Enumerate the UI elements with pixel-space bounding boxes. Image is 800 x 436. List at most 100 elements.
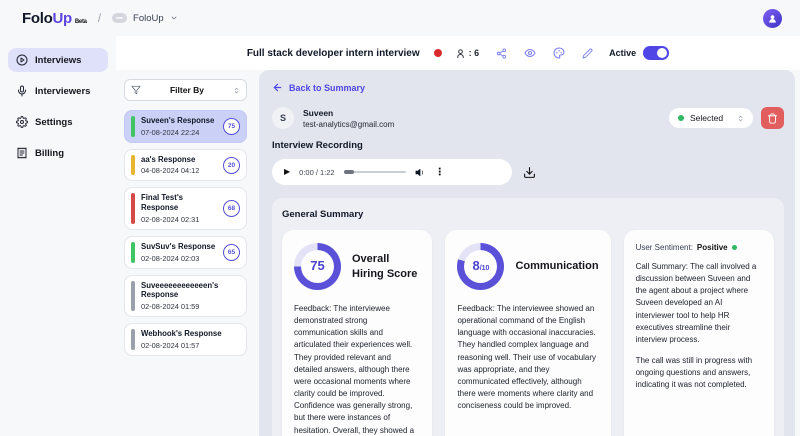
person-icon [767, 13, 778, 24]
audio-player[interactable]: ▶ 0:00 / 1:22 ⋮ [272, 159, 512, 185]
active-label: Active [609, 48, 636, 58]
response-name: Suveen's Response [141, 116, 217, 126]
receipt-icon [16, 147, 28, 159]
brand-name-primary: Folo [22, 10, 52, 27]
response-date: 02-08-2024 02:03 [141, 254, 217, 263]
user-sentiment: User Sentiment: Positive [636, 243, 762, 252]
response-list-item[interactable]: Suveeeeeeeeeeeen's Response 02-08-2024 0… [124, 275, 247, 317]
communication-score-card: 8/10 Communication Feedback: The intervi… [445, 230, 610, 436]
breadcrumb-separator: / [98, 11, 101, 25]
gear-icon [16, 116, 28, 128]
user-avatar[interactable] [763, 9, 782, 28]
theme-button[interactable] [553, 47, 565, 59]
play-button[interactable]: ▶ [284, 168, 290, 176]
score-card-feedback: Feedback: The interviewee demonstrated s… [294, 303, 420, 436]
candidate-name: Suveen [303, 108, 394, 118]
org-switcher[interactable]: FoloUp [112, 13, 178, 24]
status-color-bar [131, 116, 135, 137]
respondent-count: : 6 [455, 48, 480, 59]
play-circle-icon [16, 54, 28, 66]
sidebar-item-interviewers[interactable]: Interviewers [8, 79, 108, 103]
sidebar-item-billing[interactable]: Billing [8, 141, 108, 165]
candidate-status-select[interactable]: Selected [669, 108, 753, 128]
org-avatar [112, 13, 127, 23]
candidate-row: S Suveen test-analytics@gmail.com Select… [272, 107, 784, 129]
response-list: Suveen's Response 07-08-2024 22:24 75 aa… [124, 110, 247, 356]
score-card-label: Communication [515, 259, 598, 273]
mic-icon [16, 85, 28, 97]
recording-title: Interview Recording [272, 140, 784, 151]
brand-logo: FoloUp Beta [22, 10, 87, 27]
call-summary-paragraph: The call was still in progress with ongo… [636, 355, 762, 391]
response-date: 02-08-2024 01:59 [141, 302, 240, 311]
trash-icon [767, 113, 778, 124]
arrow-left-icon [272, 82, 283, 93]
sentiment-value: Positive [697, 243, 728, 252]
sidebar: Interviews Interviewers Settings Billing [0, 36, 116, 436]
volume-icon[interactable] [415, 167, 426, 178]
eye-icon [524, 47, 536, 59]
score-badge: 75 [223, 118, 240, 135]
status-label: Selected [690, 113, 723, 123]
filter-by-label: Filter By [141, 85, 233, 95]
delete-response-button[interactable] [761, 107, 784, 129]
general-summary-panel: General Summary 75 Overall Hiring Score … [272, 198, 784, 436]
score-badge: 20 [223, 157, 240, 174]
chevrons-up-down-icon [737, 114, 744, 123]
sidebar-item-label: Interviews [35, 55, 81, 66]
response-name: aa's Response [141, 155, 217, 165]
back-to-summary-link[interactable]: Back to Summary [272, 82, 365, 93]
response-detail-panel: Back to Summary S Suveen test-analytics@… [259, 70, 795, 436]
palette-icon [553, 47, 565, 59]
score-badge: 65 [223, 244, 240, 261]
response-list-item[interactable]: Final Test's Response 02-08-2024 02:31 6… [124, 187, 247, 229]
share-button[interactable] [496, 48, 507, 59]
download-recording-button[interactable] [523, 166, 536, 179]
response-list-item[interactable]: Webhook's Response 02-08-2024 01:57 [124, 323, 247, 356]
call-summary-card: User Sentiment: Positive Call Summary: T… [624, 230, 774, 436]
share-icon [496, 48, 507, 59]
score-ring: 75 [294, 243, 341, 290]
response-list-item[interactable]: aa's Response 04-08-2024 04:12 20 [124, 149, 247, 182]
status-dot [678, 115, 684, 121]
response-name: Webhook's Response [141, 329, 240, 339]
response-list-item[interactable]: SuvSuv's Response 02-08-2024 02:03 65 [124, 236, 247, 269]
score-card-label: Overall Hiring Score [352, 252, 420, 281]
chevron-down-icon [170, 14, 178, 22]
response-name: SuvSuv's Response [141, 242, 217, 252]
sidebar-item-interviews[interactable]: Interviews [8, 48, 108, 72]
beta-badge: Beta [75, 19, 87, 25]
app-root: FoloUp Beta / FoloUp Interviews Intervie… [0, 0, 800, 436]
pencil-icon [582, 48, 593, 59]
status-color-bar [131, 193, 135, 223]
status-color-bar [131, 155, 135, 176]
response-list-item[interactable]: Suveen's Response 07-08-2024 22:24 75 [124, 110, 247, 143]
score-ring: 8/10 [457, 243, 504, 290]
user-icon [455, 48, 466, 59]
audio-menu-button[interactable]: ⋮ [435, 167, 445, 178]
status-color-bar [131, 281, 135, 311]
status-color-bar [131, 242, 135, 263]
preview-button[interactable] [524, 47, 536, 59]
interview-title: Full stack developer intern interview [247, 48, 420, 59]
candidate-email: test-analytics@gmail.com [303, 120, 394, 129]
response-date: 07-08-2024 22:24 [141, 128, 217, 137]
responses-panel: Filter By Suveen's Response 07-08-2024 2… [116, 70, 254, 436]
audio-seek-slider[interactable] [344, 171, 406, 173]
response-date: 02-08-2024 01:57 [141, 341, 240, 350]
sidebar-item-settings[interactable]: Settings [8, 110, 108, 134]
filter-by-select[interactable]: Filter By [124, 79, 247, 101]
status-color-bar [131, 329, 135, 350]
sidebar-item-label: Billing [35, 148, 64, 159]
interview-topbar: Full stack developer intern interview : … [116, 36, 800, 70]
general-summary-title: General Summary [282, 209, 774, 220]
active-toggle[interactable] [643, 46, 669, 60]
response-date: 04-08-2024 04:12 [141, 166, 217, 175]
call-summary-paragraph: Call Summary: The call involved a discus… [636, 261, 762, 346]
edit-button[interactable] [582, 48, 593, 59]
sentiment-dot [732, 245, 737, 250]
response-name: Suveeeeeeeeeeeen's Response [141, 281, 240, 300]
score-badge: 68 [223, 200, 240, 217]
top-header: FoloUp Beta / FoloUp [0, 0, 800, 36]
response-name: Final Test's Response [141, 193, 217, 212]
